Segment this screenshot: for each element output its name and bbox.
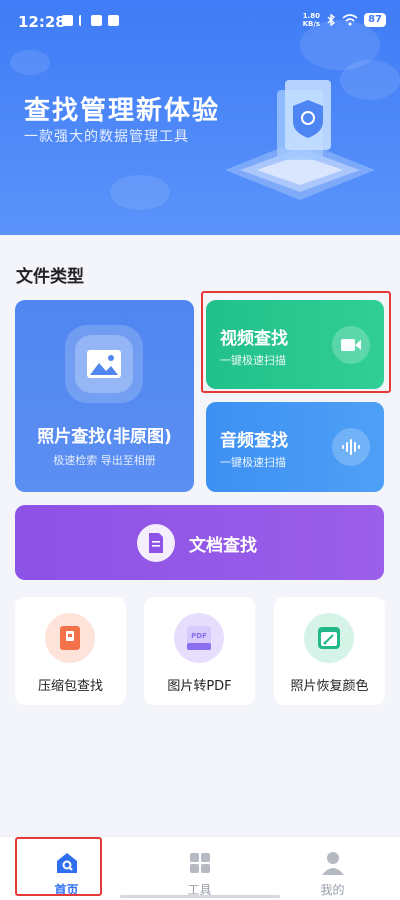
wifi-icon [342,14,358,26]
hero-banner: 12:28 1.80 KB/s 87 查找管理新体验 一款强大的数据管理工具 [0,0,400,235]
message-icon [62,15,73,26]
video-card-title: 视频查找 [220,329,288,349]
photo-card-title: 照片查找(非原图) [37,427,172,447]
nav-home[interactable]: 首页 [0,837,133,900]
zip-tool-label: 压缩包查找 [37,679,103,694]
image-to-pdf-tool[interactable]: PDF 图片转PDF [144,597,255,705]
document-search-card[interactable]: 文档查找 [15,505,384,580]
hero-subtitle: 一款强大的数据管理工具 [24,129,189,145]
bottom-navigation: 首页 工具 我的 [0,836,400,900]
nav-mine-label: 我的 [320,883,345,897]
image-icon [87,350,121,378]
user-icon [321,852,344,875]
status-bar: 12:28 1.80 KB/s 87 [0,0,400,40]
photo-icon-wrap [65,325,143,403]
pdf-icon: PDF [187,626,211,650]
audio-wave-icon [342,439,360,455]
photo-restore-icon [318,627,340,649]
audio-search-card[interactable]: 音频查找 一键极速扫描 [206,402,384,492]
notification-icons [62,15,119,26]
status-time: 12:28 [18,13,66,31]
doc-card-title: 文档查找 [189,536,257,556]
zip-search-tool[interactable]: 压缩包查找 [15,597,126,705]
grid-icon [189,853,210,873]
hero-title: 查找管理新体验 [24,96,221,126]
bluetooth-icon [327,14,336,26]
home-icon [56,853,77,873]
document-icon [149,533,163,553]
video-card-subtitle: 一键极速扫描 [220,354,286,367]
nav-tools[interactable]: 工具 [133,837,266,900]
photo-search-card[interactable]: 照片查找(非原图) 极速检索 导出至相册 [15,300,194,492]
battery-indicator: 87 [364,13,386,27]
video-search-card[interactable]: 视频查找 一键极速扫描 [206,300,384,389]
svg-text:PDF: PDF [191,632,207,640]
net-speed-unit: KB/s [302,20,321,28]
telegram-icon [108,15,119,26]
nav-home-label: 首页 [54,883,79,897]
record-icon [91,15,102,26]
photo-card-subtitle: 极速检索 导出至相册 [53,454,156,467]
audio-card-subtitle: 一键极速扫描 [220,456,286,469]
nav-mine[interactable]: 我的 [266,837,399,900]
photo-restore-tool-label: 照片恢复颜色 [290,679,369,694]
zip-icon [60,626,80,650]
network-speed: 1.80 KB/s [303,12,320,28]
audio-card-title: 音频查找 [220,431,288,451]
data-shield-illustration [225,80,375,200]
section-title: 文件类型 [16,267,84,287]
photo-restore-tool[interactable]: 照片恢复颜色 [274,597,385,705]
net-speed-value: 1.80 [302,12,320,20]
video-camera-icon [341,339,361,351]
pdf-tool-label: 图片转PDF [167,679,232,694]
home-indicator [120,895,280,898]
download-icon [79,15,85,26]
